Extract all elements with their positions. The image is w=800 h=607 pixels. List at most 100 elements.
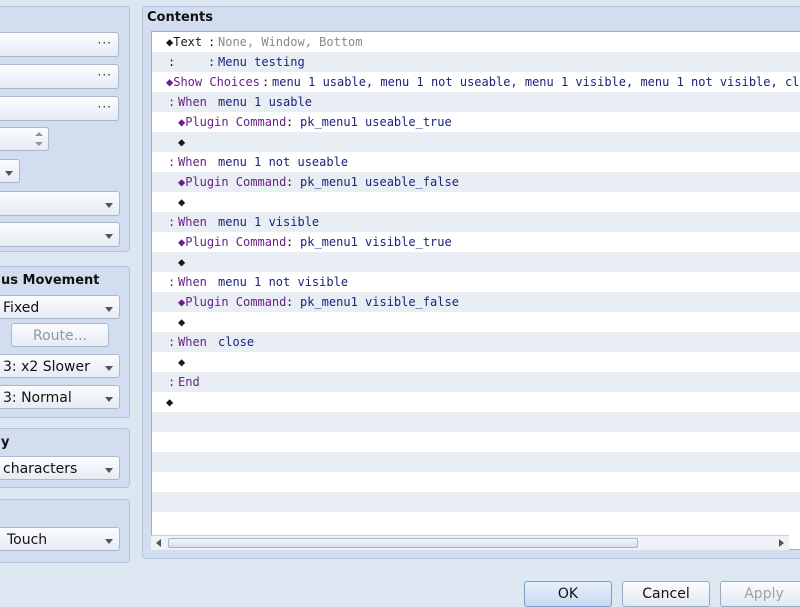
command-row[interactable]: : When menu 1 not useable: [152, 152, 800, 172]
command-text: ◆Text: [166, 35, 203, 49]
command-text: When: [178, 215, 207, 229]
chevron-down-icon: [105, 366, 113, 371]
ellipsis-icon: ···: [97, 68, 112, 82]
chevron-down-icon: [105, 234, 113, 239]
command-text: :: [262, 75, 270, 89]
command-text: ◆Plugin Command: [178, 175, 287, 189]
dropdown-1[interactable]: [0, 191, 120, 216]
movement-speed-value: 3: x2 Slower: [3, 359, 90, 375]
route-button[interactable]: Route...: [11, 323, 109, 347]
command-row[interactable]: ◆: [152, 132, 800, 152]
chevron-down-icon: [5, 171, 13, 176]
command-text: ◆: [178, 255, 186, 269]
command-text: pk_menu1 useable_false: [300, 175, 459, 189]
trigger-select[interactable]: Touch: [0, 527, 120, 551]
command-row[interactable]: : End: [152, 372, 800, 392]
command-row[interactable]: ◆Text: None, Window, Bottom: [152, 32, 800, 52]
route-button-label: Route...: [33, 328, 87, 344]
command-row[interactable]: ◆: [152, 352, 800, 372]
movement-type-select[interactable]: Fixed: [0, 295, 120, 319]
ok-button[interactable]: OK: [524, 581, 612, 607]
command-text: :: [286, 295, 294, 309]
command-row[interactable]: ◆Plugin Command: pk_menu1 visible_true: [152, 232, 800, 252]
event-options-group: ··· ··· ···: [0, 6, 130, 252]
command-row[interactable]: : When menu 1 not visible: [152, 272, 800, 292]
movement-speed-select[interactable]: 3: x2 Slower: [0, 354, 120, 378]
command-text: menu 1 not useable: [218, 155, 349, 169]
command-row[interactable]: [152, 432, 800, 452]
cancel-button[interactable]: Cancel: [622, 581, 710, 607]
command-text: When: [178, 155, 207, 169]
command-row[interactable]: ◆Show Choices: menu 1 usable, menu 1 not …: [152, 72, 800, 92]
movement-group-title: us Movement: [1, 273, 100, 288]
scroll-right-button[interactable]: [773, 536, 789, 550]
command-text: :: [168, 155, 176, 169]
command-row[interactable]: ◆Plugin Command: pk_menu1 useable_false: [152, 172, 800, 192]
command-text: :: [286, 175, 294, 189]
command-row[interactable]: [152, 412, 800, 432]
command-text: ◆Plugin Command: [178, 115, 287, 129]
command-text: pk_menu1 useable_true: [300, 115, 452, 129]
command-row[interactable]: [152, 512, 800, 532]
scrollbar-thumb[interactable]: [168, 538, 638, 548]
movement-frequency-select[interactable]: 3: Normal: [0, 385, 120, 409]
command-row[interactable]: ◆Plugin Command: pk_menu1 visible_false: [152, 292, 800, 312]
command-text: :: [168, 215, 176, 229]
command-text: :: [208, 55, 216, 69]
command-text: pk_menu1 visible_true: [300, 235, 452, 249]
command-text: ◆: [178, 315, 186, 329]
scroll-left-button[interactable]: [151, 536, 167, 550]
command-row[interactable]: [152, 492, 800, 512]
chevron-down-icon: [105, 203, 113, 208]
event-command-list[interactable]: ◆Text: None, Window, Bottom:: Menu testing…: [151, 31, 800, 550]
chevron-down-icon: [105, 307, 113, 312]
command-row[interactable]: [152, 452, 800, 472]
command-text: :: [208, 35, 216, 49]
command-row[interactable]: ◆: [152, 312, 800, 332]
field-2[interactable]: ···: [0, 64, 119, 89]
command-row[interactable]: ◆: [152, 252, 800, 272]
command-row[interactable]: ◆: [152, 192, 800, 212]
arrow-right-icon: [779, 539, 784, 547]
command-row[interactable]: [152, 472, 800, 492]
command-text: :: [168, 95, 176, 109]
command-text: menu 1 usable, menu 1 not useable, menu …: [272, 75, 800, 89]
priority-select[interactable]: characters: [0, 456, 120, 480]
field-3[interactable]: ···: [0, 96, 119, 121]
command-text: Menu testing: [218, 55, 305, 69]
command-row[interactable]: : When menu 1 visible: [152, 212, 800, 232]
command-row[interactable]: : When close: [152, 332, 800, 352]
command-row[interactable]: ◆Plugin Command: pk_menu1 useable_true: [152, 112, 800, 132]
horizontal-scrollbar[interactable]: [151, 535, 789, 550]
command-text: menu 1 not visible: [218, 275, 349, 289]
apply-button[interactable]: Apply: [720, 581, 800, 607]
field-1[interactable]: ···: [0, 32, 119, 57]
priority-group-title: y: [1, 435, 10, 450]
small-dropdown[interactable]: [0, 159, 20, 183]
command-text: ◆: [178, 135, 186, 149]
command-row[interactable]: : When menu 1 usable: [152, 92, 800, 112]
command-text: ◆: [166, 395, 174, 409]
command-row[interactable]: :: Menu testing: [152, 52, 800, 72]
movement-frequency-value: 3: Normal: [3, 390, 72, 406]
spin-field[interactable]: [0, 127, 49, 151]
command-text: ◆Plugin Command: [178, 235, 287, 249]
command-text: :: [286, 115, 294, 129]
command-text: :: [168, 275, 176, 289]
command-row[interactable]: ◆: [152, 392, 800, 412]
trigger-value: Touch: [7, 532, 48, 548]
dropdown-2[interactable]: [0, 222, 120, 247]
arrow-left-icon: [156, 539, 161, 547]
command-text: :: [286, 235, 294, 249]
command-text: None, Window, Bottom: [218, 35, 363, 49]
command-text: menu 1 usable: [218, 95, 312, 109]
autonomous-movement-group: us Movement Fixed Route... 3: x2 Slower …: [0, 266, 130, 418]
priority-value: characters: [3, 461, 78, 477]
spin-arrows-icon[interactable]: [35, 131, 43, 149]
trigger-group: Touch: [0, 499, 130, 563]
command-text: ◆: [178, 355, 186, 369]
priority-group: y characters: [0, 428, 130, 488]
chevron-down-icon: [105, 397, 113, 402]
command-text: :: [168, 375, 176, 389]
command-text: ◆Show Choices: [166, 75, 260, 89]
